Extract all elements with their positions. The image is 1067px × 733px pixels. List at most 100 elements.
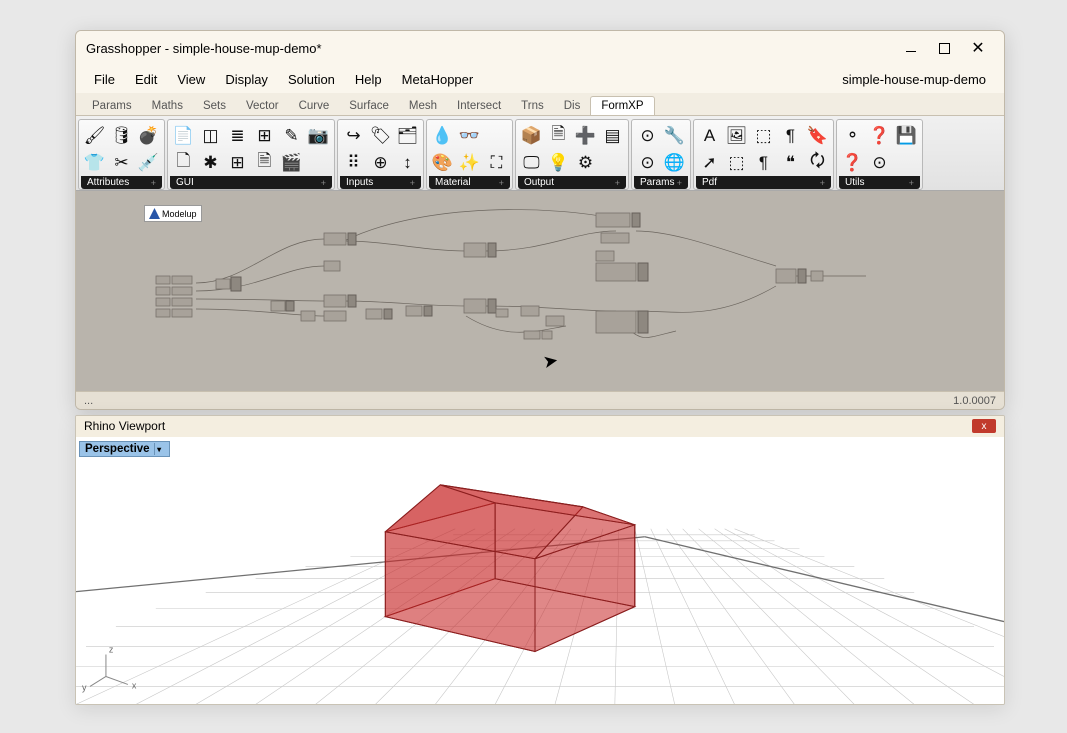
tool-icon[interactable]: ¶ <box>751 150 776 175</box>
menu-edit[interactable]: Edit <box>125 68 167 91</box>
tool-icon[interactable]: 🗋 <box>171 150 196 175</box>
tool-icon[interactable]: ⊕ <box>368 150 393 175</box>
viewport-3d[interactable]: x y z <box>76 437 1004 704</box>
tool-icon[interactable]: 🖼 <box>724 123 749 148</box>
toolbar-group-label[interactable]: Pdf+ <box>696 176 831 189</box>
tool-icon[interactable] <box>306 150 331 175</box>
svg-text:y: y <box>82 682 87 692</box>
category-surface[interactable]: Surface <box>339 97 399 115</box>
tool-icon[interactable]: 💾 <box>894 123 919 148</box>
tool-icon[interactable]: ❓ <box>867 123 892 148</box>
toolbar-group-label[interactable]: Output+ <box>518 176 626 189</box>
toolbar-group-label[interactable]: Attributes+ <box>81 176 162 189</box>
viewport-label[interactable]: Perspective ▾ <box>79 441 170 457</box>
rhino-close-button[interactable]: x <box>972 419 996 433</box>
tool-icon[interactable]: ⚬ <box>840 123 865 148</box>
tool-icon[interactable]: 🗘 <box>805 150 830 175</box>
tool-icon[interactable]: 🎬 <box>279 150 304 175</box>
category-curve[interactable]: Curve <box>289 97 340 115</box>
menu-display[interactable]: Display <box>215 68 278 91</box>
tool-icon[interactable]: ✂ <box>109 150 134 175</box>
tool-icon[interactable]: ◫ <box>198 123 223 148</box>
tool-icon[interactable]: 💡 <box>546 150 571 175</box>
tool-icon[interactable]: 💣 <box>136 123 161 148</box>
viewport-dropdown-icon[interactable]: ▾ <box>154 443 164 455</box>
grasshopper-window: Grasshopper - simple-house-mup-demo* ✕ F… <box>75 30 1005 410</box>
tool-icon[interactable]: 🔧 <box>662 123 687 148</box>
tool-icon[interactable]: ✨ <box>457 150 482 175</box>
tool-icon[interactable]: ⛶ <box>484 150 509 175</box>
tool-icon[interactable]: ⚙ <box>573 150 598 175</box>
category-formxp[interactable]: FormXP <box>590 96 654 115</box>
minimize-button[interactable] <box>901 38 921 58</box>
tool-icon[interactable]: 💉 <box>136 150 161 175</box>
tool-icon[interactable]: ⊞ <box>225 150 250 175</box>
tool-icon[interactable]: 🛢 <box>109 123 134 148</box>
menu-view[interactable]: View <box>167 68 215 91</box>
tool-icon[interactable]: ⊞ <box>252 123 277 148</box>
tool-icon[interactable]: ▤ <box>600 123 625 148</box>
tool-icon[interactable]: 🌐 <box>662 150 687 175</box>
tool-icon[interactable]: A <box>697 123 722 148</box>
tool-icon[interactable]: 🖵 <box>519 150 544 175</box>
menu-solution[interactable]: Solution <box>278 68 345 91</box>
toolbar-group-label[interactable]: Params+ <box>634 176 688 189</box>
tool-icon[interactable]: 🏷 <box>368 123 393 148</box>
toolbar-group-label[interactable]: GUI+ <box>170 176 332 189</box>
close-button[interactable]: ✕ <box>968 38 988 58</box>
menu-file[interactable]: File <box>84 68 125 91</box>
tool-icon[interactable]: ⊙ <box>635 150 660 175</box>
tool-icon[interactable]: 👓 <box>457 123 482 148</box>
toolbar-group-material: 💧👓 🎨✨⛶Material+ <box>426 119 513 190</box>
status-left: ... <box>84 395 93 407</box>
tool-icon[interactable]: 📄 <box>171 123 196 148</box>
tool-icon[interactable] <box>484 123 509 148</box>
title-bar[interactable]: Grasshopper - simple-house-mup-demo* ✕ <box>76 31 1004 65</box>
maximize-button[interactable] <box>939 43 950 54</box>
tool-icon[interactable]: 📷 <box>306 123 331 148</box>
tool-icon[interactable]: ↕ <box>395 150 420 175</box>
category-mesh[interactable]: Mesh <box>399 97 447 115</box>
tool-icon[interactable]: ❓ <box>840 150 865 175</box>
tool-icon[interactable]: ❝ <box>778 150 803 175</box>
tool-icon[interactable]: ➚ <box>697 150 722 175</box>
category-intersect[interactable]: Intersect <box>447 97 511 115</box>
rhino-title-bar[interactable]: Rhino Viewport x <box>76 416 1004 437</box>
category-trns[interactable]: Trns <box>511 97 554 115</box>
tool-icon[interactable]: ✎ <box>279 123 304 148</box>
tool-icon[interactable]: ⊙ <box>867 150 892 175</box>
tool-icon[interactable]: ↪ <box>341 123 366 148</box>
tool-icon[interactable]: 💧 <box>430 123 455 148</box>
tool-icon[interactable]: 📦 <box>519 123 544 148</box>
toolbar-group-label[interactable]: Material+ <box>429 176 510 189</box>
tool-icon[interactable] <box>894 150 919 175</box>
tool-icon[interactable]: ≣ <box>225 123 250 148</box>
tool-icon[interactable]: ¶ <box>778 123 803 148</box>
tool-icon[interactable]: ➕ <box>573 123 598 148</box>
tool-icon[interactable] <box>600 150 625 175</box>
tool-icon[interactable]: 🎨 <box>430 150 455 175</box>
toolbar-group-gui: 📄◫≣⊞✎📷🗋✱⊞🗎🎬 GUI+ <box>167 119 335 190</box>
tool-icon[interactable]: 🗂 <box>395 123 420 148</box>
toolbar-group-label[interactable]: Inputs+ <box>340 176 421 189</box>
category-params[interactable]: Params <box>82 97 142 115</box>
tool-icon[interactable]: 👕 <box>82 150 107 175</box>
tool-icon[interactable]: ⬚ <box>724 150 749 175</box>
tool-icon[interactable]: ⠿ <box>341 150 366 175</box>
definition-canvas[interactable]: Modelup <box>76 191 1004 391</box>
menu-metahopper[interactable]: MetaHopper <box>392 68 484 91</box>
menu-help[interactable]: Help <box>345 68 392 91</box>
category-maths[interactable]: Maths <box>142 97 193 115</box>
tool-icon[interactable]: 🗎 <box>252 150 277 175</box>
toolbar-group-label[interactable]: Utils+ <box>839 176 920 189</box>
category-dis[interactable]: Dis <box>554 97 591 115</box>
tool-icon[interactable]: 🔖 <box>805 123 830 148</box>
tool-icon[interactable]: ✱ <box>198 150 223 175</box>
node-graph[interactable] <box>76 191 1004 391</box>
tool-icon[interactable]: ⊙ <box>635 123 660 148</box>
tool-icon[interactable]: 🗎 <box>546 123 571 148</box>
category-vector[interactable]: Vector <box>236 97 289 115</box>
category-sets[interactable]: Sets <box>193 97 236 115</box>
tool-icon[interactable]: 🖌 <box>82 123 107 148</box>
tool-icon[interactable]: ⬚ <box>751 123 776 148</box>
